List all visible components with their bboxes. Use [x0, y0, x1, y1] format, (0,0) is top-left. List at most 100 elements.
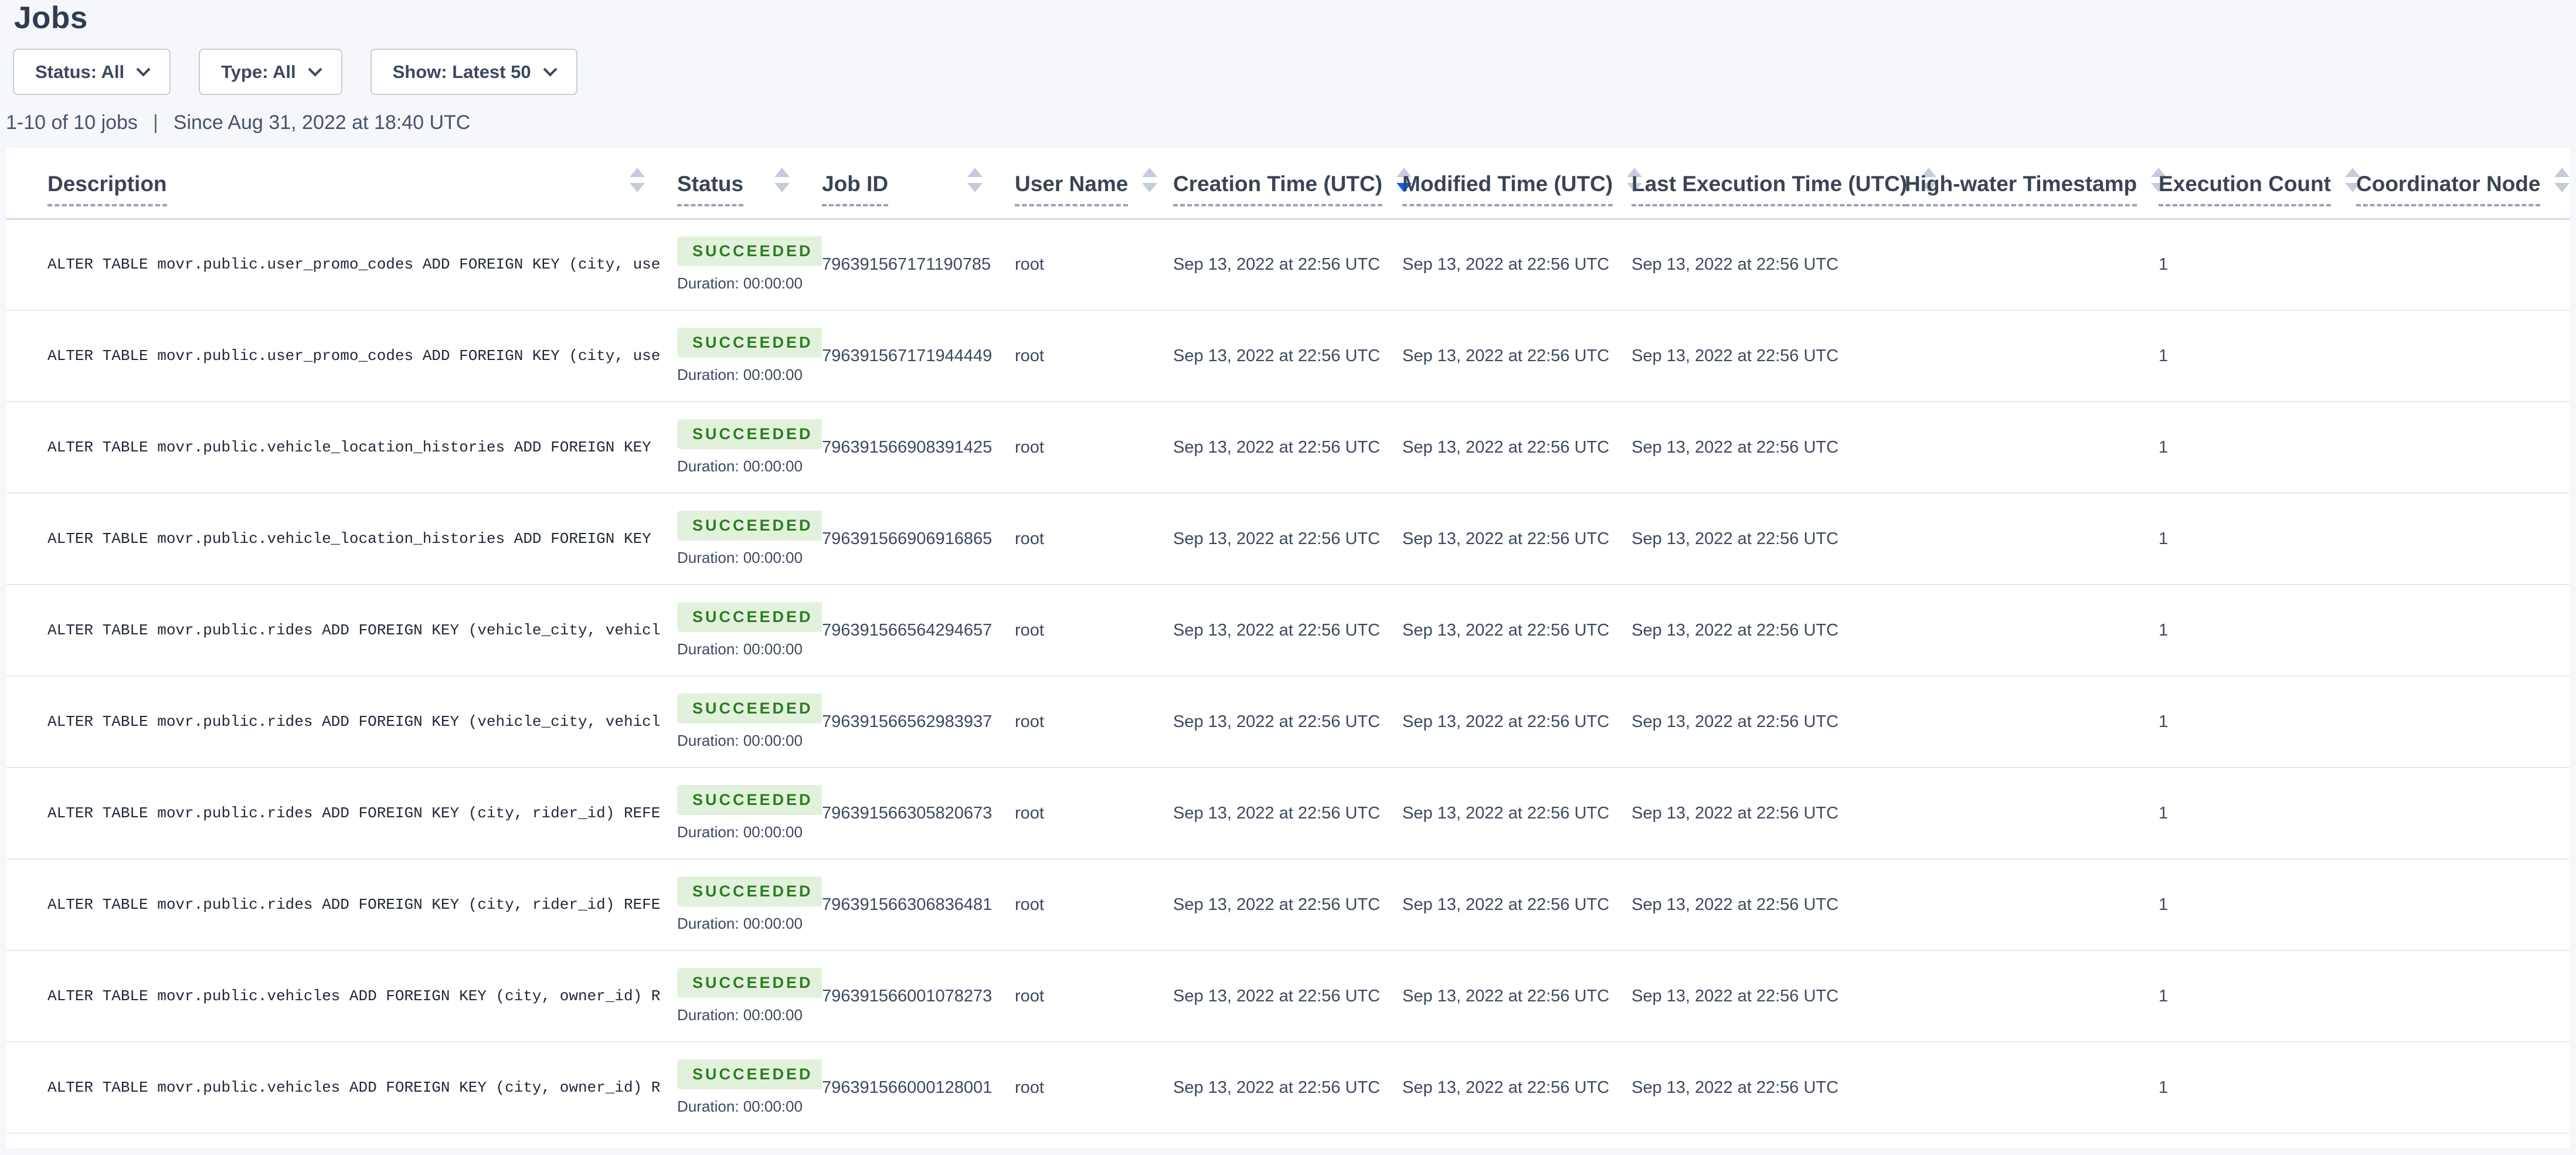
cell-user-name: root — [1015, 950, 1173, 1042]
cell-execution-count: 1 — [2159, 1042, 2356, 1133]
cell-coordinator-node — [2356, 859, 2570, 950]
cell-coordinator-node — [2356, 1042, 2570, 1133]
cell-creation-time: Sep 13, 2022 at 22:56 UTC — [1173, 950, 1402, 1042]
cell-last-execution-time: Sep 13, 2022 at 22:56 UTC — [1632, 219, 1905, 310]
status-badge: SUCCEEDED — [677, 328, 822, 358]
cell-description: ALTER TABLE movr.public.vehicle_location… — [6, 402, 677, 493]
status-badge: SUCCEEDED — [677, 419, 822, 449]
cell-job-id: 796391567171190785 — [822, 219, 1015, 310]
column-header-execution_count[interactable]: Execution Count — [2159, 148, 2356, 219]
duration-label: Duration: 00:00:00 — [677, 732, 803, 750]
type-filter-label: Type: All — [221, 62, 295, 83]
chevron-down-icon — [543, 62, 557, 76]
duration-label: Duration: 00:00:00 — [677, 1098, 803, 1116]
cell-status: SUCCEEDED Duration: 00:00:00 — [677, 1042, 822, 1133]
cell-description: ALTER TABLE movr.public.vehicles ADD FOR… — [6, 950, 677, 1042]
sort-asc-icon — [967, 168, 983, 177]
column-header-high_water[interactable]: High-water Timestamp — [1905, 148, 2159, 219]
cell-job-id: 796391566906916865 — [822, 493, 1015, 585]
cell-modified-time: Sep 13, 2022 at 22:56 UTC — [1402, 219, 1632, 310]
sort-desc-icon — [774, 183, 790, 192]
cell-modified-time: Sep 13, 2022 at 22:56 UTC — [1402, 310, 1632, 402]
cell-high-water-timestamp — [1905, 219, 2159, 310]
cell-modified-time: Sep 13, 2022 at 22:56 UTC — [1402, 585, 1632, 676]
cell-creation-time: Sep 13, 2022 at 22:56 UTC — [1173, 767, 1402, 859]
sort-asc-icon — [630, 168, 645, 177]
cell-high-water-timestamp — [1905, 310, 2159, 402]
status-badge: SUCCEEDED — [677, 602, 822, 632]
table-row: ALTER TABLE movr.public.vehicles ADD FOR… — [6, 950, 2570, 1042]
column-header-description[interactable]: Description — [6, 148, 677, 219]
status-filter-dropdown[interactable]: Status: All — [13, 49, 171, 95]
type-filter-dropdown[interactable]: Type: All — [199, 49, 342, 95]
table-row: ALTER TABLE movr.public.user_promo_codes… — [6, 310, 2570, 402]
cell-coordinator-node — [2356, 585, 2570, 676]
column-header-label: Modified Time (UTC) — [1402, 172, 1613, 206]
cell-high-water-timestamp — [1905, 402, 2159, 493]
jobs-table-body: ALTER TABLE movr.public.user_promo_codes… — [6, 219, 2570, 1133]
cell-modified-time: Sep 13, 2022 at 22:56 UTC — [1402, 767, 1632, 859]
cell-job-id: 796391566562983937 — [822, 676, 1015, 767]
cell-execution-count: 1 — [2159, 767, 2356, 859]
page-title: Jobs — [14, 0, 88, 36]
show-filter-dropdown[interactable]: Show: Latest 50 — [371, 49, 577, 95]
cell-high-water-timestamp — [1905, 950, 2159, 1042]
cell-creation-time: Sep 13, 2022 at 22:56 UTC — [1173, 219, 1402, 310]
cell-description: ALTER TABLE movr.public.user_promo_codes… — [6, 219, 677, 310]
column-header-label: Description — [47, 172, 167, 206]
cell-status: SUCCEEDED Duration: 00:00:00 — [677, 402, 822, 493]
cell-high-water-timestamp — [1905, 676, 2159, 767]
cell-job-id: 796391566564294657 — [822, 585, 1015, 676]
cell-job-id: 796391566000128001 — [822, 1042, 1015, 1133]
status-badge: SUCCEEDED — [677, 694, 822, 723]
cell-job-id: 796391566001078273 — [822, 950, 1015, 1042]
cell-description: ALTER TABLE movr.public.user_promo_codes… — [6, 310, 677, 402]
sort-desc-icon — [1142, 183, 1157, 192]
column-header-label: Job ID — [822, 172, 888, 206]
cell-execution-count: 1 — [2159, 402, 2356, 493]
sort-icon — [2554, 168, 2570, 192]
cell-last-execution-time: Sep 13, 2022 at 22:56 UTC — [1632, 1042, 1905, 1133]
cell-coordinator-node — [2356, 219, 2570, 310]
cell-user-name: root — [1015, 1042, 1173, 1133]
column-header-modified_time[interactable]: Modified Time (UTC) — [1402, 148, 1632, 219]
duration-label: Duration: 00:00:00 — [677, 366, 803, 384]
cell-last-execution-time: Sep 13, 2022 at 22:56 UTC — [1632, 676, 1905, 767]
column-header-job_id[interactable]: Job ID — [822, 148, 1015, 219]
results-summary: 1-10 of 10 jobs|Since Aug 31, 2022 at 18… — [6, 111, 470, 134]
cell-high-water-timestamp — [1905, 767, 2159, 859]
results-since: Since Aug 31, 2022 at 18:40 UTC — [174, 111, 471, 134]
cell-high-water-timestamp — [1905, 859, 2159, 950]
table-row: ALTER TABLE movr.public.rides ADD FOREIG… — [6, 767, 2570, 859]
cell-last-execution-time: Sep 13, 2022 at 22:56 UTC — [1632, 859, 1905, 950]
column-header-creation_time[interactable]: Creation Time (UTC) — [1173, 148, 1402, 219]
jobs-table-card: Description Status Job ID User Name — [6, 148, 2570, 1148]
column-header-user_name[interactable]: User Name — [1015, 148, 1173, 219]
sort-icon — [630, 168, 645, 192]
sort-desc-icon — [2554, 183, 2570, 192]
cell-modified-time: Sep 13, 2022 at 22:56 UTC — [1402, 402, 1632, 493]
column-header-label: High-water Timestamp — [1905, 172, 2137, 206]
column-header-coordinator[interactable]: Coordinator Node — [2356, 148, 2570, 219]
cell-description: ALTER TABLE movr.public.rides ADD FOREIG… — [6, 676, 677, 767]
cell-last-execution-time: Sep 13, 2022 at 22:56 UTC — [1632, 585, 1905, 676]
cell-user-name: root — [1015, 219, 1173, 310]
cell-last-execution-time: Sep 13, 2022 at 22:56 UTC — [1632, 402, 1905, 493]
cell-user-name: root — [1015, 859, 1173, 950]
cell-status: SUCCEEDED Duration: 00:00:00 — [677, 493, 822, 585]
cell-modified-time: Sep 13, 2022 at 22:56 UTC — [1402, 493, 1632, 585]
cell-coordinator-node — [2356, 676, 2570, 767]
column-header-last_exec_time[interactable]: Last Execution Time (UTC) — [1632, 148, 1905, 219]
cell-creation-time: Sep 13, 2022 at 22:56 UTC — [1173, 1042, 1402, 1133]
cell-execution-count: 1 — [2159, 585, 2356, 676]
sort-asc-icon — [2554, 168, 2570, 177]
table-row: ALTER TABLE movr.public.vehicle_location… — [6, 402, 2570, 493]
column-header-label: User Name — [1015, 172, 1128, 206]
duration-label: Duration: 00:00:00 — [677, 274, 803, 293]
sort-asc-icon — [774, 168, 790, 177]
jobs-page: Jobs Status: All Type: All Show: Latest … — [0, 0, 2576, 1155]
cell-execution-count: 1 — [2159, 950, 2356, 1042]
cell-status: SUCCEEDED Duration: 00:00:00 — [677, 585, 822, 676]
table-row: ALTER TABLE movr.public.user_promo_codes… — [6, 219, 2570, 310]
column-header-status[interactable]: Status — [677, 148, 822, 219]
